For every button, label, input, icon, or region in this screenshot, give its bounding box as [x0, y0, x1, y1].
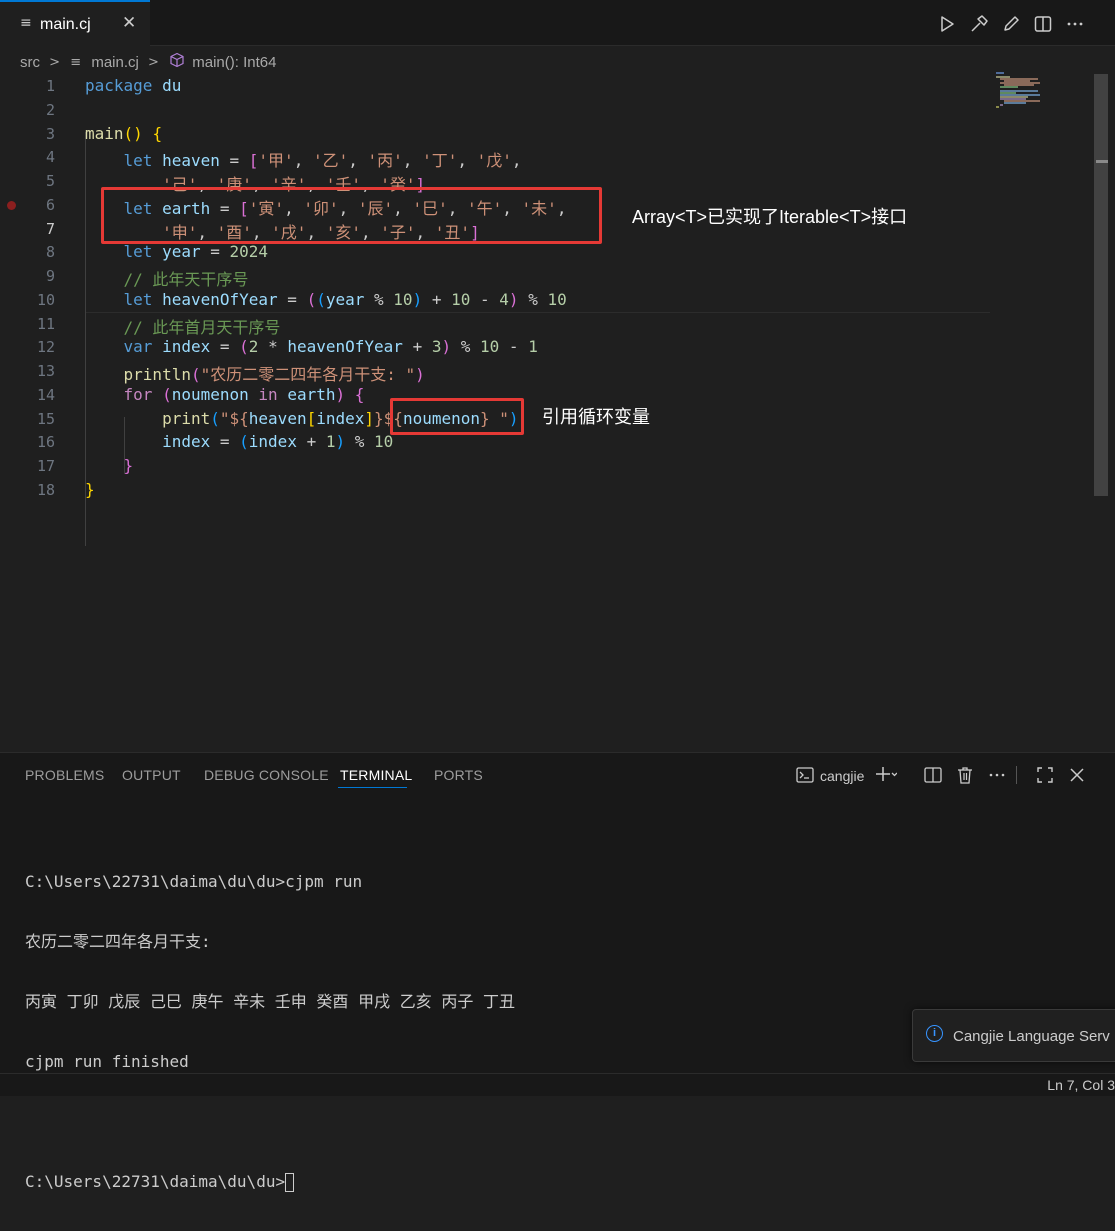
maximize-panel-icon[interactable] — [1035, 765, 1055, 789]
more-icon[interactable] — [987, 765, 1007, 789]
panel-actions: cangjie — [795, 763, 1095, 787]
highlight-box-loop-var — [390, 398, 524, 435]
code-line: let year = 2024 — [123, 242, 269, 261]
terminal-prompt-line: C:\Users\22731\daima\du\du> — [25, 1171, 515, 1193]
line-number: 1 — [45, 77, 55, 95]
editor-tab-bar: ≡ main.cj ✕ — [0, 0, 1115, 46]
divider — [1016, 766, 1017, 784]
terminal-output[interactable]: C:\Users\22731\daima\du\du>cjpm run 农历二零… — [25, 833, 515, 1231]
tab-output[interactable]: OUTPUT — [122, 767, 181, 783]
line-number: 4 — [45, 148, 55, 166]
line-number: 9 — [45, 267, 55, 285]
split-terminal-icon[interactable] — [923, 765, 943, 789]
cursor-position[interactable]: Ln 7, Col 3 — [1047, 1077, 1115, 1093]
code-line: var index = (2 * heavenOfYear + 3) % 10 … — [123, 337, 538, 356]
terminal-icon[interactable] — [795, 765, 815, 789]
notification-toast[interactable]: i Cangjie Language Serv — [912, 1009, 1115, 1062]
tab-debug-console[interactable]: DEBUG CONSOLE — [204, 767, 329, 783]
tab-problems[interactable]: PROBLEMS — [25, 767, 104, 783]
status-bar: Ln 7, Col 3 — [0, 1073, 1115, 1096]
line-number: 10 — [36, 291, 55, 309]
close-icon[interactable]: ✕ — [122, 13, 136, 33]
annotation-iterable: Array<T>已实现了Iterable<T>接口 — [632, 207, 908, 227]
line-number: 2 — [45, 101, 55, 119]
edit-icon[interactable] — [1001, 14, 1023, 36]
line-number: 17 — [36, 457, 55, 475]
breadcrumb-folder[interactable]: src — [20, 54, 40, 71]
code-line: let heavenOfYear = ((year % 10) + 10 - 4… — [123, 290, 567, 309]
annotation-loop-var: 引用循环变量 — [542, 407, 650, 427]
code-editor[interactable]: 1 2 3 4 5 6 7 8 9 10 11 12 13 14 15 16 1… — [0, 74, 1092, 750]
line-number: 16 — [36, 433, 55, 451]
terminal-line: cjpm run finished — [25, 1052, 189, 1071]
line-number: 11 — [36, 315, 55, 333]
terminal-line: C:\Users\22731\daima\du\du>cjpm run — [25, 872, 363, 891]
build-icon[interactable] — [969, 14, 991, 36]
code-line: } — [85, 480, 95, 499]
run-icon[interactable] — [937, 14, 959, 36]
add-terminal-icon[interactable] — [875, 764, 898, 788]
line-number: 7 — [45, 220, 55, 238]
active-tab-indicator — [338, 787, 407, 788]
line-number: 5 — [45, 172, 55, 190]
tab-terminal[interactable]: TERMINAL — [340, 767, 412, 783]
code-line: package du — [85, 76, 182, 95]
tab-main-cj[interactable]: ≡ main.cj ✕ — [0, 0, 150, 46]
terminal-cursor — [285, 1173, 295, 1192]
line-number: 8 — [45, 243, 55, 261]
line-number: 13 — [36, 362, 55, 380]
close-panel-icon[interactable] — [1067, 765, 1087, 789]
terminal-name[interactable]: cangjie — [820, 768, 864, 792]
current-line-highlight — [85, 312, 990, 313]
code-line: } — [123, 456, 134, 475]
more-icon[interactable] — [1065, 14, 1087, 36]
editor-scrollbar[interactable] — [1094, 74, 1108, 496]
notification-text: Cangjie Language Serv — [953, 1028, 1110, 1045]
code-line: for (noumenon in earth) { — [123, 385, 365, 404]
chevron-right-icon: > — [49, 54, 61, 70]
chevron-right-icon: > — [148, 54, 159, 70]
line-number: 18 — [36, 481, 55, 499]
scrollbar-cursor-marker — [1096, 160, 1108, 163]
tab-label: main.cj — [40, 16, 91, 33]
info-icon: i — [926, 1025, 943, 1042]
breadcrumb-file[interactable]: main.cj — [91, 54, 139, 71]
file-icon: ≡ — [20, 15, 32, 31]
terminal-line: 丙寅 丁卯 戊辰 己巳 庚午 辛未 壬申 癸酉 甲戌 乙亥 丙子 丁丑 — [25, 992, 515, 1011]
split-editor-icon[interactable] — [1033, 14, 1055, 36]
symbol-method-icon — [169, 52, 188, 72]
line-number: 15 — [36, 410, 55, 428]
terminal-line: 农历二零二四年各月干支: — [25, 932, 211, 951]
code-line: // 此年首月天干序号 — [123, 318, 281, 337]
code-line: let heaven = ['甲', '乙', '丙', '丁', '戊', — [123, 151, 522, 170]
code-line: index = (index + 1) % 10 — [162, 432, 394, 451]
line-number: 3 — [45, 125, 55, 143]
trash-icon[interactable] — [955, 765, 975, 789]
line-number: 14 — [36, 386, 55, 404]
minimap[interactable] — [996, 72, 1048, 112]
file-icon: ≡ — [70, 54, 82, 70]
breadcrumb: src > ≡ main.cj > main(): Int64 — [20, 52, 276, 72]
highlight-box-earth-array — [101, 187, 602, 244]
terminal-prompt: C:\Users\22731\daima\du\du> — [25, 1172, 286, 1191]
code-line: // 此年天干序号 — [123, 270, 249, 289]
editor-actions — [937, 14, 1097, 36]
line-number: 12 — [36, 338, 55, 356]
code-line: main() { — [85, 124, 163, 143]
tab-ports[interactable]: PORTS — [434, 767, 483, 783]
code-line: println("农历二零二四年各月干支: ") — [123, 365, 425, 384]
line-number: 6 — [45, 196, 55, 214]
breadcrumb-symbol[interactable]: main(): Int64 — [192, 54, 276, 71]
